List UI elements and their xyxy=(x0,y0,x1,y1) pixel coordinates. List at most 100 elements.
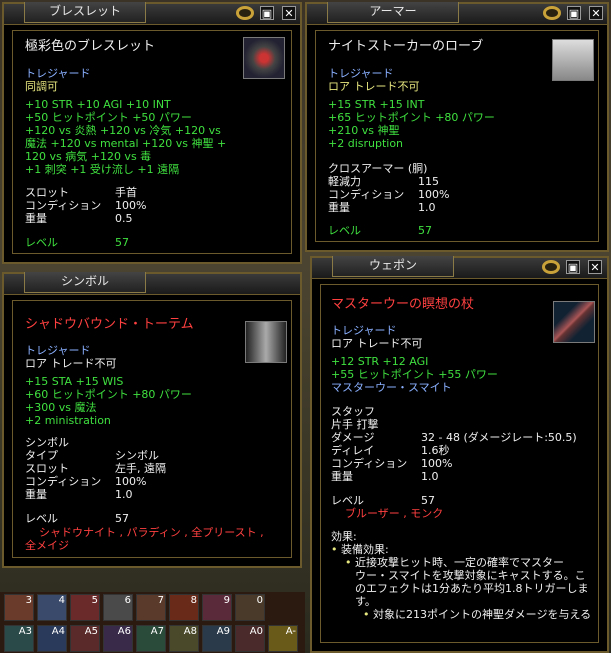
condition-label: コンディション xyxy=(328,188,405,201)
weapon-tab: ウェポン xyxy=(332,256,454,277)
swirl-ornament-icon xyxy=(542,260,560,274)
stat-line: +2 disruption xyxy=(328,137,404,150)
type-heading: シンボル xyxy=(25,436,69,449)
hotkey-label: A3 xyxy=(18,626,32,637)
stat-line: +2 ministration xyxy=(25,414,111,427)
item-flags: ロア トレード不可 xyxy=(328,80,420,93)
level-value: 57 xyxy=(421,494,435,507)
hotkey-label: A7 xyxy=(150,626,164,637)
close-button[interactable]: ✕ xyxy=(589,6,603,20)
stat-line: +10 STR +10 AGI +10 INT xyxy=(25,98,171,111)
minimize-button[interactable]: ▣ xyxy=(567,6,581,20)
item-tier: トレジャード xyxy=(25,67,91,80)
item-name: 極彩色のブレスレット xyxy=(25,39,156,54)
delay-label: ディレイ xyxy=(331,444,375,457)
close-button[interactable]: ✕ xyxy=(282,6,296,20)
close-button[interactable]: ✕ xyxy=(588,260,602,274)
symbol-tab: シンボル xyxy=(24,272,146,293)
hotkey-slot[interactable]: 8 xyxy=(169,594,199,621)
hotkey-slot[interactable]: A- xyxy=(268,625,298,652)
level-value: 57 xyxy=(418,224,432,237)
hotkey-slot[interactable]: A6 xyxy=(103,625,133,652)
condition-value: 100% xyxy=(115,475,147,488)
hotkey-slot[interactable]: 4 xyxy=(37,594,67,621)
stat-line: 120 vs 病気 +120 vs 毒 xyxy=(25,150,152,163)
proc-name: マスターウー・スマイト xyxy=(331,381,452,394)
minimize-button[interactable]: ▣ xyxy=(260,6,274,20)
hotkey-label: 5 xyxy=(91,595,98,606)
hotkey-slot[interactable]: A4 xyxy=(37,625,67,652)
weapon-panel: マスターウーの瞑想の杖 トレジャード ロア トレード不可 +12 STR +12… xyxy=(320,284,599,643)
weight-value: 0.5 xyxy=(115,212,133,225)
symbol-titlebar[interactable]: シンボル xyxy=(4,272,300,295)
item-name: ナイトストーカーのローブ xyxy=(328,39,484,54)
damage-label: ダメージ xyxy=(331,431,375,444)
bracelet-panel: 極彩色のブレスレット トレジャード 同調可 +10 STR +10 AGI +1… xyxy=(12,30,292,254)
weapon-titlebar[interactable]: ウェポン ▣ ✕ xyxy=(312,256,607,279)
damage-value: 32 - 48 (ダメージレート:50.5) xyxy=(421,431,577,444)
staff-icon xyxy=(553,301,595,343)
armor-tab: アーマー xyxy=(327,2,459,23)
weight-label: 重量 xyxy=(328,201,350,214)
hotkey-slot[interactable]: 3 xyxy=(4,594,34,621)
condition-value: 100% xyxy=(418,188,450,201)
hotkey-slot[interactable]: A5 xyxy=(70,625,100,652)
level-value: 57 xyxy=(115,512,129,525)
symbol-panel: シャドウバウンド・トーテム トレジャード ロア トレード不可 +15 STA +… xyxy=(12,300,292,558)
stat-line: +65 ヒットポイント +80 パワー xyxy=(328,111,495,124)
level-value: 57 xyxy=(115,236,129,249)
weight-value: 1.0 xyxy=(421,470,439,483)
hotbar: 3 4 5 6 7 8 9 0 A3 A4 A5 A6 A7 A8 A9 A0 … xyxy=(0,592,305,653)
level-label: レベル xyxy=(25,512,58,525)
hotkey-label: 4 xyxy=(58,595,65,606)
swirl-ornament-icon xyxy=(236,6,254,20)
hotkey-label: 0 xyxy=(256,595,263,606)
hotkey-slot[interactable]: 0 xyxy=(235,594,265,621)
weapon-window: ウェポン ▣ ✕ マスターウーの瞑想の杖 トレジャード ロア トレード不可 +1… xyxy=(310,256,609,653)
slot-value: 左手, 遠隔 xyxy=(115,462,166,475)
totem-icon xyxy=(245,321,287,363)
bracelet-window: ブレスレット ▣ ✕ 極彩色のブレスレット トレジャード 同調可 +10 STR… xyxy=(2,2,302,264)
mitigation-value: 115 xyxy=(418,175,439,188)
bullet-icon: • xyxy=(363,608,370,621)
hotkey-slot[interactable]: 7 xyxy=(136,594,166,621)
weight-label: 重量 xyxy=(331,470,353,483)
item-tier: トレジャード xyxy=(25,344,91,357)
hotkey-slot[interactable]: 6 xyxy=(103,594,133,621)
bracelet-tab: ブレスレット xyxy=(24,2,146,23)
swirl-ornament-icon xyxy=(543,6,561,20)
minimize-button[interactable]: ▣ xyxy=(566,260,580,274)
weight-label: 重量 xyxy=(25,212,47,225)
stat-line: +210 vs 神聖 xyxy=(328,124,400,137)
hotkey-label: A5 xyxy=(84,626,98,637)
hotkey-slot[interactable]: 9 xyxy=(202,594,232,621)
effect-line: 対象に213ポイントの神聖ダメージを与える xyxy=(373,608,592,621)
hotkey-slot[interactable]: A7 xyxy=(136,625,166,652)
hotkey-label: 3 xyxy=(25,595,32,606)
slot-label: スロット xyxy=(25,186,69,199)
hotkey-label: 9 xyxy=(223,595,230,606)
symbol-window: シンボル シャドウバウンド・トーテム トレジャード ロア トレード不可 +15 … xyxy=(2,272,302,568)
item-name: シャドウバウンド・トーテム xyxy=(25,317,194,332)
bullet-icon: • xyxy=(345,556,352,569)
item-tier: トレジャード xyxy=(328,67,394,80)
weight-value: 1.0 xyxy=(115,488,133,501)
hotkey-slot[interactable]: A9 xyxy=(202,625,232,652)
weight-value: 1.0 xyxy=(418,201,436,214)
level-label: レベル xyxy=(25,236,58,249)
type-label: タイプ xyxy=(25,449,58,462)
armor-panel: ナイトストーカーのローブ トレジャード ロア トレード不可 +15 STR +1… xyxy=(315,30,599,242)
hotkey-label: A- xyxy=(285,626,296,637)
item-tier: トレジャード xyxy=(331,324,397,337)
hotkey-label: 7 xyxy=(157,595,164,606)
stat-line: 魔法 +120 vs mental +120 vs 神聖 + xyxy=(25,137,227,150)
hotkey-slot[interactable]: A8 xyxy=(169,625,199,652)
bracelet-titlebar[interactable]: ブレスレット ▣ ✕ xyxy=(4,2,300,25)
armor-titlebar[interactable]: アーマー ▣ ✕ xyxy=(307,2,607,25)
hotkey-slot[interactable]: 5 xyxy=(70,594,100,621)
hotkey-slot[interactable]: A3 xyxy=(4,625,34,652)
effects-heading: 効果: xyxy=(331,530,357,543)
hotkey-label: 8 xyxy=(190,595,197,606)
hotkey-slot[interactable]: A0 xyxy=(235,625,265,652)
condition-value: 100% xyxy=(421,457,453,470)
